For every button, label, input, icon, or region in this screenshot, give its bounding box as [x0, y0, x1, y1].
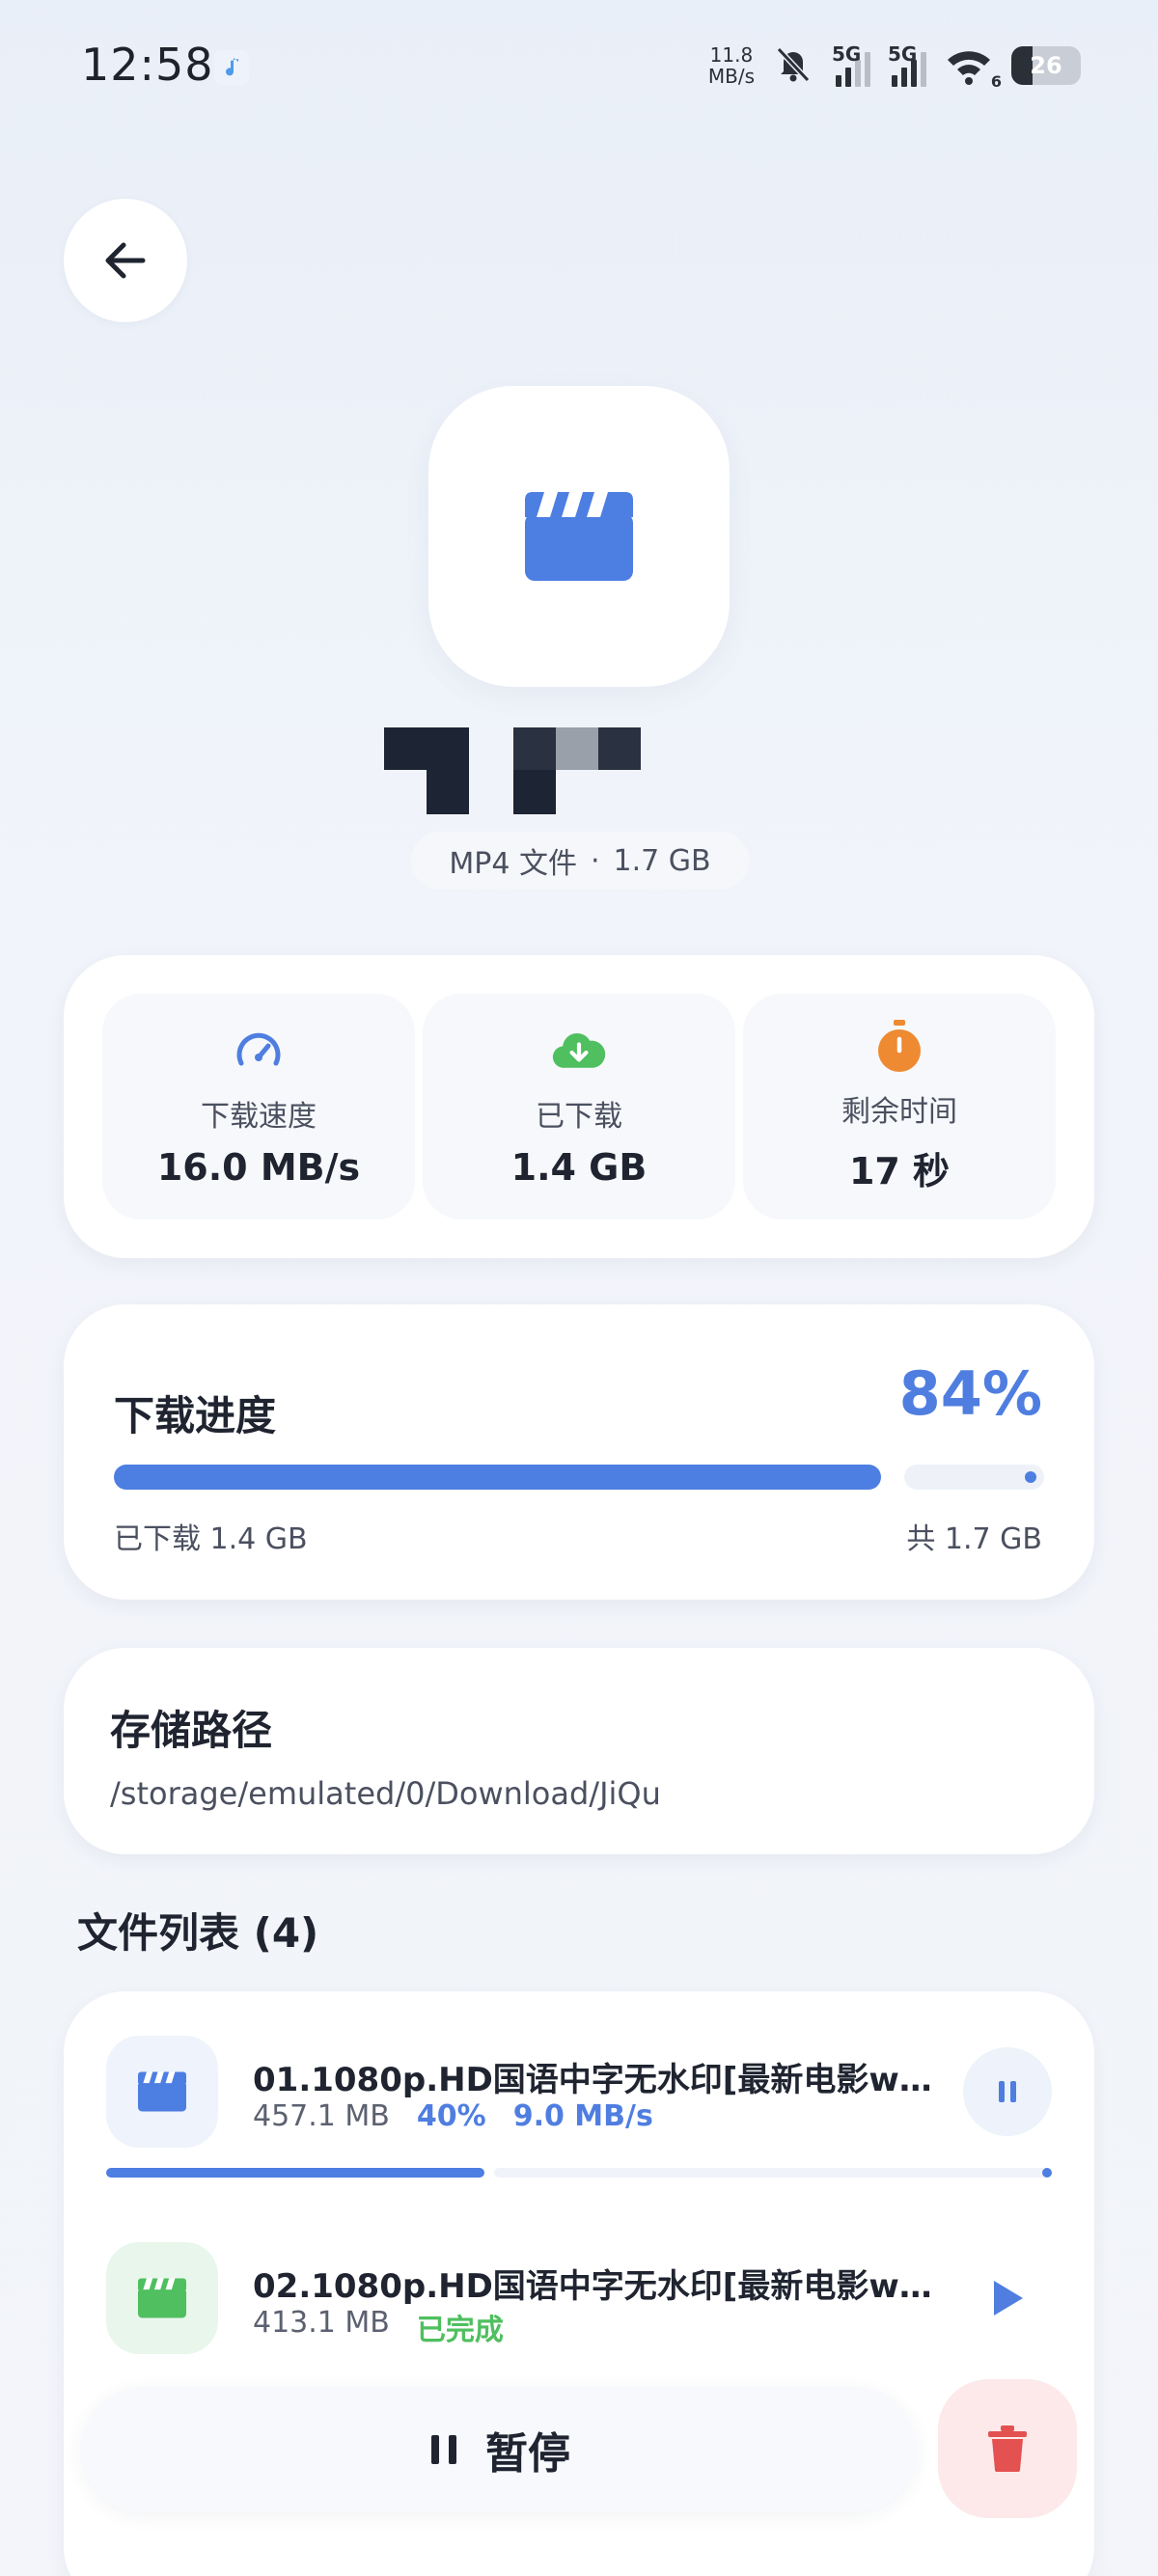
storage-path-value: /storage/emulated/0/Download/JiQu	[110, 1775, 661, 1812]
trash-icon	[988, 2425, 1027, 2472]
file-progress-remaining	[493, 2168, 1052, 2178]
pause-all-button[interactable]: 暂停	[81, 2387, 917, 2512]
progress-total: 共 1.7 GB	[906, 1522, 1042, 1556]
progress-bar-fill	[114, 1465, 882, 1490]
file-play-button[interactable]	[963, 2254, 1052, 2343]
battery-icon: 26	[1011, 46, 1081, 85]
video-file-icon	[428, 386, 730, 687]
network-speed-value: 11.8	[709, 43, 754, 67]
pause-icon	[999, 2081, 1016, 2102]
file-list-heading: 文件列表 (4)	[77, 1909, 319, 1957]
back-button[interactable]	[64, 199, 187, 322]
file-percent: 40%	[416, 2099, 486, 2133]
file-type: MP4 文件	[449, 847, 577, 881]
pause-all-label: 暂停	[485, 2429, 570, 2479]
music-app-notification-icon	[214, 50, 249, 85]
cloud-download-icon	[552, 1025, 606, 1079]
file-size: 457.1 MB	[253, 2099, 390, 2133]
file-size: 413.1 MB	[253, 2306, 390, 2340]
file-speed: 9.0 MB/s	[512, 2099, 653, 2133]
stat-remaining: 剩余时间 17 秒	[743, 994, 1056, 1219]
storage-path-card[interactable]: 存储路径 /storage/emulated/0/Download/JiQu	[64, 1648, 1094, 1854]
progress-bar	[114, 1465, 1044, 1490]
file-row[interactable]: 02.1080p.HD国语中字无水印[最新电影ww... 413.1 MB 已完…	[106, 2242, 1052, 2358]
stat-downloaded: 已下载 1.4 GB	[423, 994, 735, 1219]
file-details: 457.1 MB 40% 9.0 MB/s	[253, 2099, 653, 2133]
stats-card: 下载速度 16.0 MB/s 已下载 1.4 GB 剩余时间 17 秒	[64, 955, 1094, 1258]
file-name: 01.1080p.HD国语中字无水印[最新电影ww...	[253, 2061, 948, 2099]
stopwatch-icon	[872, 1019, 926, 1074]
progress-title: 下载进度	[114, 1392, 277, 1439]
file-thumb-video	[106, 2036, 218, 2148]
meta-separator: ·	[590, 843, 600, 878]
file-row[interactable]: 01.1080p.HD国语中字无水印[最新电影ww... 457.1 MB 40…	[106, 2036, 1052, 2151]
file-name: 02.1080p.HD国语中字无水印[最新电影ww...	[253, 2267, 948, 2306]
file-progress-end-dot	[1042, 2168, 1052, 2178]
file-title-pixelated	[384, 727, 645, 814]
clapperboard-icon	[525, 492, 633, 581]
progress-bar-end-dot	[1025, 1471, 1036, 1483]
stat-downloaded-label: 已下载	[536, 1100, 622, 1134]
progress-downloaded: 已下载 1.4 GB	[114, 1522, 308, 1556]
file-progress-fill	[106, 2168, 484, 2178]
stat-remaining-label: 剩余时间	[841, 1094, 957, 1129]
stat-downloaded-value: 1.4 GB	[510, 1146, 648, 1189]
storage-path-title: 存储路径	[110, 1707, 273, 1754]
signal-5g-1: 5G	[832, 42, 870, 87]
file-meta-pill: MP4 文件 · 1.7 GB	[411, 832, 749, 890]
status-indicators: 11.8 MB/s 5G 5G 6 26	[708, 37, 1081, 95]
battery-level: 26	[1030, 52, 1062, 79]
mute-bell-icon	[772, 42, 814, 89]
delete-button[interactable]	[938, 2379, 1077, 2518]
signal-5g-2: 5G	[888, 42, 926, 87]
file-status: 已完成	[416, 2314, 504, 2347]
stat-remaining-value: 17 秒	[848, 1149, 951, 1192]
status-bar: 12:58 11.8 MB/s 5G 5G 6 26	[0, 0, 1158, 135]
status-time: 12:58	[81, 39, 214, 91]
speedometer-icon	[232, 1025, 286, 1079]
stat-speed-label: 下载速度	[201, 1100, 317, 1134]
wifi-badge: 6	[990, 72, 1002, 91]
play-icon	[994, 2281, 1023, 2316]
network-speed: 11.8 MB/s	[708, 44, 755, 87]
signal-5g-2-label: 5G	[888, 42, 918, 66]
progress-card: 下载进度 84% 已下载 1.4 GB 共 1.7 GB	[64, 1304, 1094, 1600]
stat-speed: 下载速度 16.0 MB/s	[102, 994, 415, 1219]
stat-speed-value: 16.0 MB/s	[156, 1146, 361, 1189]
file-thumb-video	[106, 2242, 218, 2354]
network-speed-unit: MB/s	[707, 65, 755, 88]
file-size: 1.7 GB	[613, 843, 711, 878]
clapperboard-icon	[138, 2071, 186, 2112]
progress-percent: 84%	[898, 1358, 1042, 1429]
file-pause-button[interactable]	[963, 2047, 1052, 2136]
file-progress-bar	[106, 2168, 1052, 2178]
clapperboard-icon	[138, 2278, 186, 2318]
wifi-icon: 6	[944, 44, 1002, 91]
pause-icon	[431, 2435, 456, 2464]
progress-bar-remaining	[904, 1465, 1044, 1490]
arrow-left-icon	[105, 242, 146, 279]
file-details: 413.1 MB 已完成	[253, 2306, 504, 2348]
signal-5g-1-label: 5G	[832, 42, 862, 66]
